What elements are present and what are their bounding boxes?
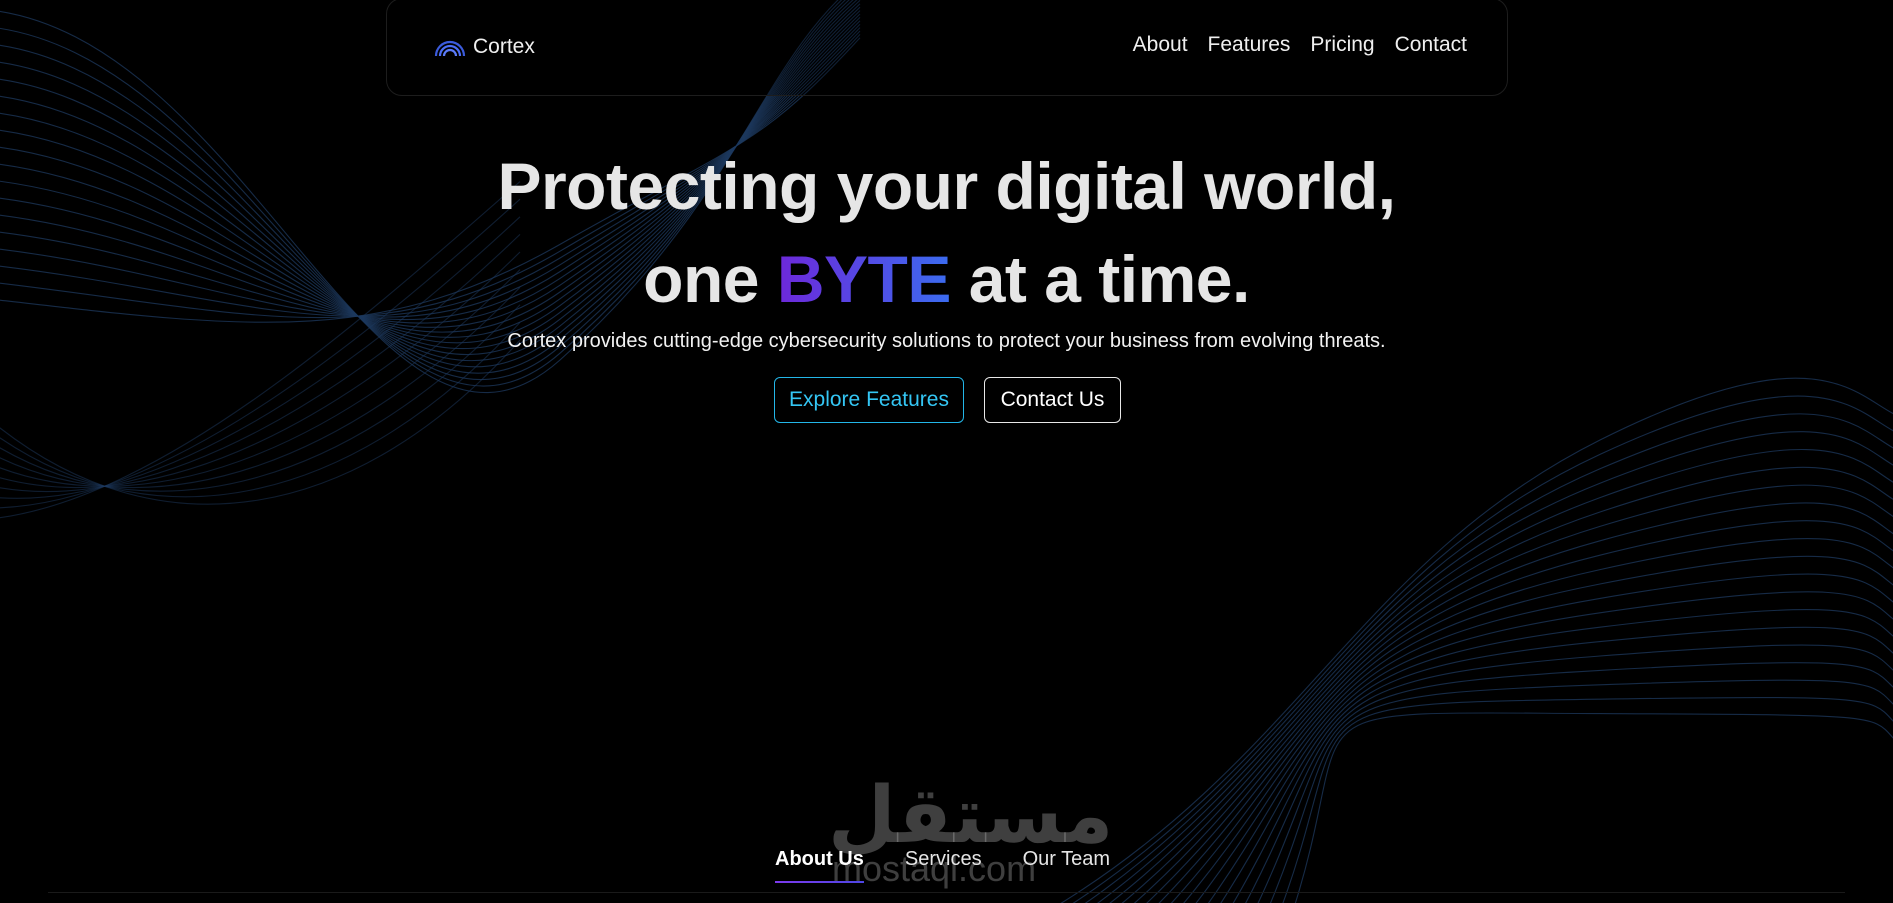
tab-our-team[interactable]: Our Team [1023,848,1110,883]
wave-line [1183,555,1893,903]
wave-line [1121,466,1893,903]
nav-link-contact[interactable]: Contact [1395,33,1467,57]
tabs-divider [48,892,1845,893]
tab-services[interactable]: Services [905,848,982,883]
brand-name: Cortex [473,35,535,58]
wave-line [1072,395,1893,903]
wave-line [0,339,521,505]
tab-about-us[interactable]: About Us [775,848,864,883]
brand-logo-link[interactable]: Cortex [433,35,535,59]
wave-line [1146,502,1893,903]
rainbow-arcs-icon [433,37,467,57]
hero-heading-suffix: at a time. [968,242,1251,316]
wave-line [1207,591,1893,903]
hero-heading-line-1: Protecting your digital world, [497,149,1396,223]
nav-links: About Features Pricing Contact [1133,33,1467,57]
wave-line [1257,662,1893,903]
top-navbar: Cortex About Features Pricing Contact [386,0,1508,96]
section-tabs: About Us Services Our Team [775,848,1110,883]
wave-line [1195,573,1893,903]
wave-line [1282,696,1893,903]
contact-us-button[interactable]: Contact Us [984,377,1121,423]
nav-link-pricing[interactable]: Pricing [1310,33,1374,57]
hero-highlight-word: BYTE [776,242,952,316]
wave-line [1170,538,1893,903]
background-wave-mesh [0,0,1893,903]
wave-line [1294,712,1893,903]
wave-line [1158,520,1893,903]
hero-heading-prefix: one [643,242,759,316]
nav-link-about[interactable]: About [1133,33,1188,57]
nav-link-features[interactable]: Features [1208,33,1291,57]
hero-subtitle: Cortex provides cutting-edge cybersecuri… [507,330,1386,352]
wave-line [1245,644,1893,903]
hero-heading-line-2: one BYTE at a time. [0,241,1893,317]
explore-features-button[interactable]: Explore Features [774,377,964,423]
wave-line [1220,609,1893,903]
